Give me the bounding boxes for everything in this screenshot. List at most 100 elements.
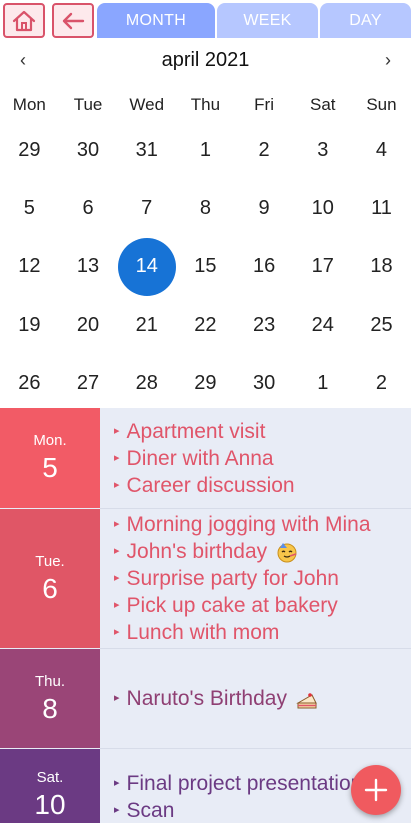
month-title: april 2021: [161, 49, 250, 71]
bullet-icon: ▸: [114, 572, 120, 584]
event-title: Lunch with mom: [126, 621, 280, 644]
event-title: Apartment visit: [126, 419, 266, 443]
agenda-day-row[interactable]: Mon. 5 ▸ Apartment visit ▸ Diner with Anna…: [0, 408, 411, 508]
day-number: 1: [199, 138, 211, 161]
bullet-icon: ▸: [114, 478, 120, 491]
plus-icon: [364, 778, 388, 802]
arrow-left-icon: [62, 12, 85, 29]
day-cell[interactable]: 28: [117, 355, 176, 413]
day-cell[interactable]: 18: [352, 238, 411, 296]
agenda-day-number: 10: [34, 789, 66, 820]
day-cell[interactable]: 15: [176, 238, 235, 296]
weekday-label: Wed: [129, 95, 165, 114]
day-number: 2: [375, 372, 388, 395]
day-number: 25: [370, 313, 393, 336]
tab-week[interactable]: WEEK: [217, 3, 318, 38]
day-cell-selected[interactable]: 14: [117, 237, 176, 296]
event-title: Scan: [126, 799, 175, 822]
day-number: 10: [311, 197, 334, 220]
day-cell[interactable]: 1: [176, 121, 235, 179]
next-month-button[interactable]: ›: [378, 50, 398, 71]
day-cell[interactable]: 3: [293, 121, 352, 179]
agenda-events: ▸ Naruto's Birthday: [100, 649, 411, 748]
day-cell[interactable]: 30: [235, 355, 294, 413]
day-cell[interactable]: 27: [59, 355, 118, 413]
day-cell[interactable]: 29: [0, 121, 59, 179]
week-row: 5 6 7 8 9 10 11: [0, 179, 411, 237]
day-cell[interactable]: 2: [352, 355, 411, 413]
day-number: 11: [371, 197, 392, 220]
day-number: 20: [76, 313, 100, 336]
event-item[interactable]: ▸ Career discussion: [114, 472, 411, 499]
event-item[interactable]: ▸ Diner with Anna: [114, 445, 411, 472]
agenda-list: Mon. 5 ▸ Apartment visit ▸ Diner with Anna…: [0, 408, 411, 823]
home-button[interactable]: [3, 3, 45, 38]
day-cell[interactable]: 5: [0, 179, 59, 237]
day-number: 19: [18, 313, 41, 336]
cake-icon: [296, 692, 317, 708]
day-cell[interactable]: 2: [235, 121, 294, 179]
back-button[interactable]: [52, 3, 94, 38]
day-cell[interactable]: 21: [117, 296, 176, 354]
bullet-icon: ▸: [114, 804, 120, 816]
event-item[interactable]: ▸ Naruto's Birthday: [114, 685, 411, 712]
agenda-day-row[interactable]: Tue. 6 ▸ Morning jogging with Mina ▸ John'…: [0, 509, 411, 648]
agenda-weekday: Mon.: [33, 432, 67, 449]
day-cell[interactable]: 4: [352, 121, 411, 179]
day-cell[interactable]: 7: [117, 179, 176, 237]
tab-month[interactable]: MONTH: [97, 3, 215, 38]
event-title: Naruto's Birthday: [126, 687, 287, 710]
day-cell[interactable]: 13: [59, 238, 118, 296]
weekday-label: Thu: [190, 95, 221, 114]
event-item[interactable]: ▸ Pick up cake at bakery: [114, 592, 411, 619]
weekday-label: Sat: [310, 95, 336, 114]
event-item[interactable]: ▸ Apartment visit: [114, 418, 411, 445]
agenda-day-number: 8: [42, 692, 58, 724]
event-item[interactable]: ▸ Surprise party for John: [114, 565, 411, 592]
day-number: 3: [317, 138, 329, 161]
day-number: 26: [18, 372, 41, 395]
day-cell[interactable]: 16: [235, 238, 294, 296]
day-cell[interactable]: 29: [176, 355, 235, 413]
bullet-icon: ▸: [114, 545, 120, 557]
event-item[interactable]: ▸ Lunch with mom: [114, 619, 411, 646]
day-cell[interactable]: 11: [352, 179, 411, 237]
day-number: 22: [194, 313, 217, 336]
day-cell[interactable]: 24: [293, 296, 352, 354]
agenda-events: ▸ Morning jogging with Mina ▸ John's birth…: [100, 509, 411, 648]
day-number: 29: [18, 138, 41, 161]
agenda-day-row[interactable]: Thu. 8 ▸ Naruto's Birthday: [0, 649, 411, 748]
agenda-date-badge: Sat. 10: [0, 749, 100, 823]
agenda-day-row[interactable]: Sat. 10 ▸ Final project presentation ▸ Sca…: [0, 749, 411, 823]
event-title: Diner with Anna: [126, 446, 274, 470]
tab-day[interactable]: DAY: [320, 3, 411, 38]
day-number: 2: [258, 138, 270, 161]
day-cell[interactable]: 25: [352, 296, 411, 354]
day-number: 1: [317, 372, 329, 395]
day-cell[interactable]: 8: [176, 179, 235, 237]
day-cell[interactable]: 26: [0, 355, 59, 413]
day-cell[interactable]: 1: [293, 355, 352, 413]
day-cell[interactable]: 6: [59, 179, 118, 237]
day-cell[interactable]: 19: [0, 296, 59, 354]
event-item[interactable]: ▸ Morning jogging with Mina: [114, 511, 411, 538]
day-cell[interactable]: 22: [176, 296, 235, 354]
event-item[interactable]: ▸ John's birthday: [114, 538, 411, 565]
day-cell[interactable]: 20: [59, 296, 118, 354]
day-cell[interactable]: 31: [117, 121, 176, 179]
day-number: 29: [194, 372, 217, 395]
add-event-button[interactable]: [351, 765, 401, 815]
event-title: Morning jogging with Mina: [126, 513, 371, 536]
bullet-icon: ▸: [114, 777, 120, 789]
party-face-icon: [277, 542, 297, 562]
day-cell[interactable]: 17: [293, 238, 352, 296]
day-cell[interactable]: 30: [59, 121, 118, 179]
day-cell[interactable]: 10: [293, 179, 352, 237]
day-cell[interactable]: 23: [235, 296, 294, 354]
day-cell[interactable]: 12: [0, 238, 59, 296]
day-number: 30: [76, 138, 100, 161]
day-number: 15: [194, 255, 217, 278]
week-row: 26 27 28 29 30 1 2: [0, 355, 411, 413]
day-cell[interactable]: 9: [235, 179, 294, 237]
agenda-date-badge: Tue. 6: [0, 509, 100, 648]
